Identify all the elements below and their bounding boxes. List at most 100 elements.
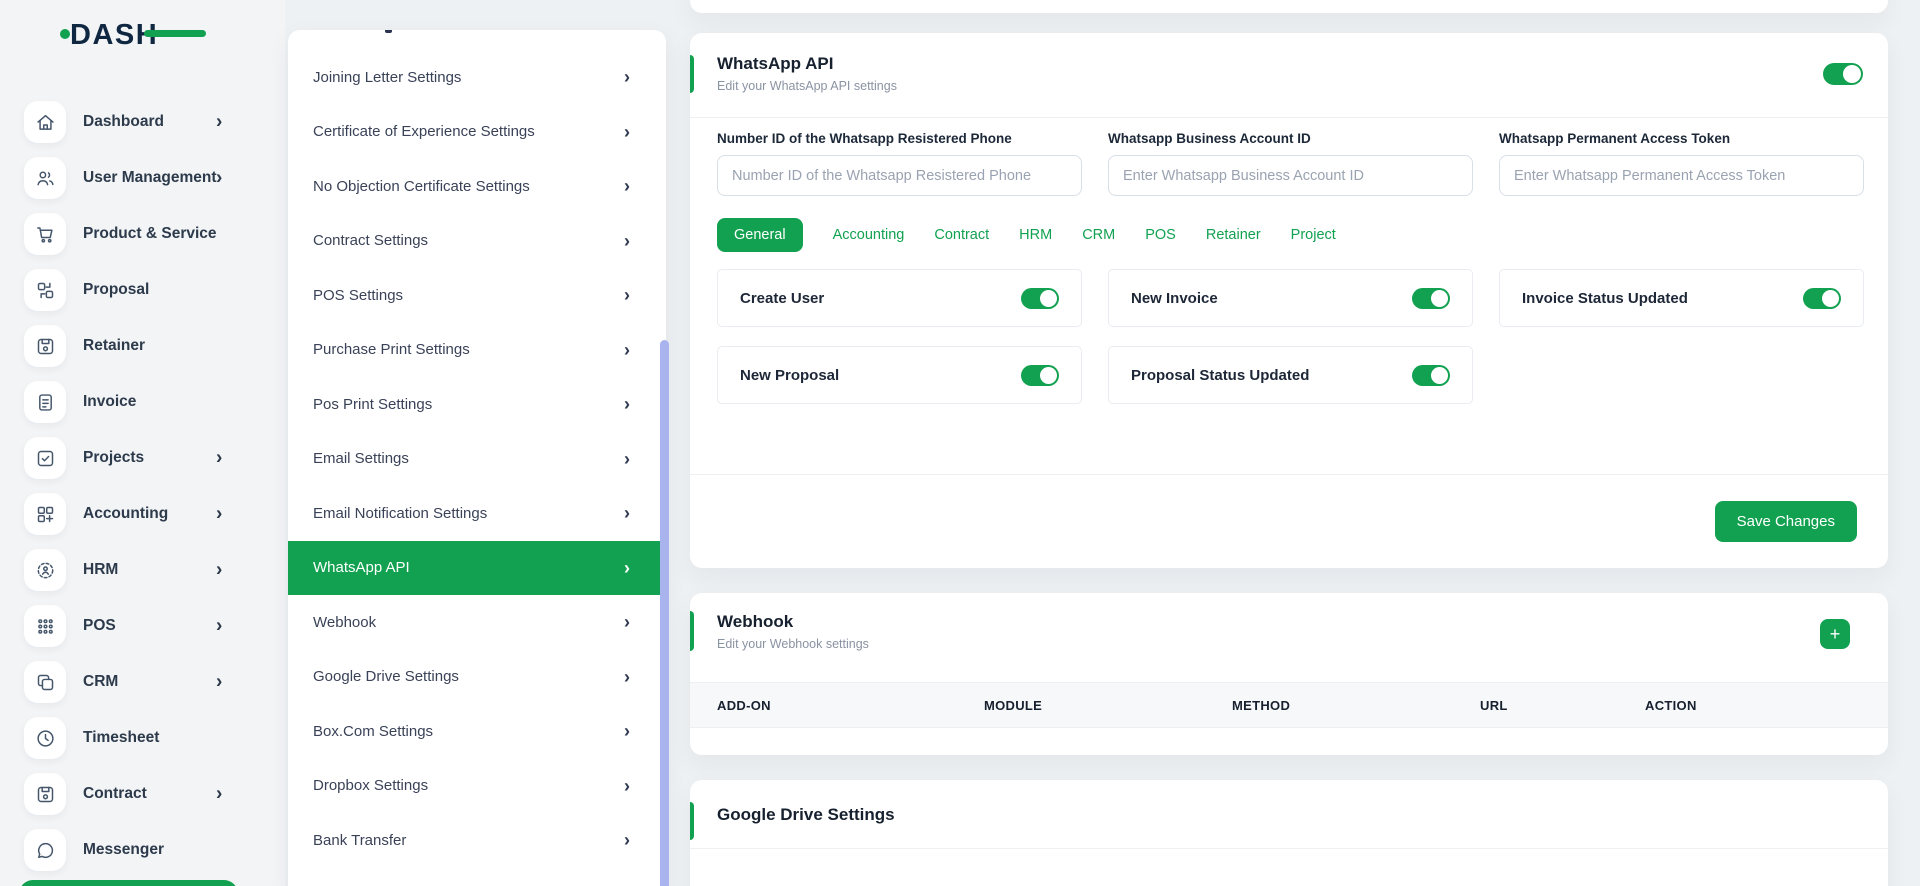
settings-nav-item[interactable]: POS Settings › [288,268,666,323]
tab[interactable]: Accounting [833,218,905,252]
settings-nav-item[interactable]: Google Drive Settings › [288,650,666,705]
tab[interactable]: Retainer [1206,218,1261,252]
settings-nav-item[interactable]: No Objection Certificate Settings › [288,159,666,214]
sidebar-item-label: Contract [83,785,147,803]
sidebar-item-icon [24,493,66,535]
table-column-header: ACTION [1645,698,1888,713]
tab[interactable]: Contract [934,218,989,252]
card-title: WhatsApp API [717,54,1861,74]
settings-nav-item-label: Webhook [313,614,624,631]
whatsapp-tabs: General Accounting Contract HRM CRM POS … [690,196,1888,252]
settings-nav-item[interactable]: Bank Transfer › [288,813,666,868]
settings-nav-panel: Joining Letter Settings › Certificate of… [288,30,666,886]
settings-nav-item[interactable]: Purchase Print Settings › [288,323,666,378]
settings-nav-item-label: Google Drive Settings [313,668,624,685]
settings-nav-item[interactable]: Email Notification Settings › [288,486,666,541]
webhook-table-header: ADD-ONMODULEMETHODURLACTION [690,682,1888,728]
settings-nav-item[interactable]: Dropbox Settings › [288,759,666,814]
toggle-switch[interactable] [1803,288,1841,309]
settings-scrollbar-thumb[interactable] [660,340,669,886]
sidebar-item-label: Messenger [83,841,164,859]
toggle-label: Invoice Status Updated [1522,290,1688,307]
chevron-right-icon: › [624,68,630,86]
sidebar-item-label: Retainer [83,337,145,355]
settings-nav-item-label: Email Settings [313,450,624,467]
tab[interactable]: CRM [1082,218,1115,252]
settings-nav-item-label: Joining Letter Settings [313,69,624,86]
table-column-header: METHOD [1232,698,1480,713]
tab[interactable]: General [717,218,803,252]
tab[interactable]: Project [1291,218,1336,252]
form-field: Whatsapp Business Account ID [1108,131,1473,196]
sidebar-item-label: Dashboard [83,113,164,131]
save-button[interactable]: Save Changes [1715,501,1857,542]
card-title: Google Drive Settings [717,805,1861,825]
text-input[interactable] [1108,155,1473,196]
sidebar-item-icon [24,829,66,871]
settings-nav-item-label: Box.Com Settings [313,723,624,740]
settings-nav-list: Joining Letter Settings › Certificate of… [288,30,666,868]
sidebar-item[interactable]: HRM › [0,542,285,598]
sidebar-item[interactable]: Projects › [0,430,285,486]
sidebar-item[interactable]: Proposal › [0,262,285,318]
sidebar-item[interactable]: User Management › [0,150,285,206]
settings-nav-item-label: Pos Print Settings [313,396,624,413]
notification-toggle-grid: Create User New Invoice Invoice Status U… [690,252,1888,404]
sidebar-item[interactable]: Messenger › [0,822,285,878]
settings-nav-item[interactable]: Certificate of Experience Settings › [288,105,666,160]
settings-nav-item[interactable]: Joining Letter Settings › [288,50,666,105]
sidebar-item[interactable]: Accounting › [0,486,285,542]
sidebar-item-label: HRM [83,561,118,579]
chevron-right-icon: › [624,286,630,304]
settings-nav-item[interactable]: Contract Settings › [288,214,666,269]
sidebar-item[interactable]: Invoice › [0,374,285,430]
webhook-card: Webhook Edit your Webhook settings + ADD… [690,593,1888,755]
toggle-switch[interactable] [1412,365,1450,386]
add-webhook-button[interactable]: + [1820,619,1850,649]
sidebar-menu: Dashboard › User Management › Product & … [0,94,285,878]
sidebar-item-label: CRM [83,673,118,691]
sidebar-item-icon [24,549,66,591]
card-title: Webhook [717,612,1861,632]
tab-label: General [734,227,786,243]
sidebar-item-label: Projects [83,449,144,467]
settings-nav-item-label: WhatsApp API [313,559,624,576]
tab-label: POS [1145,227,1176,243]
toggle-switch[interactable] [1021,288,1059,309]
chevron-right-icon: › [624,668,630,686]
sidebar-item-icon [24,157,66,199]
settings-nav-item[interactable]: WhatsApp API › [288,541,666,596]
settings-nav-item[interactable]: Email Settings › [288,432,666,487]
chevron-right-icon: › [624,395,630,413]
sidebar-item[interactable]: Product & Service › [0,206,285,262]
settings-nav-item[interactable]: Webhook › [288,595,666,650]
chevron-right-icon: › [624,613,630,631]
toggle-switch[interactable] [1021,365,1059,386]
toggle-switch[interactable] [1412,288,1450,309]
divider [690,117,1888,118]
sidebar-item[interactable]: Contract › [0,766,285,822]
tab[interactable]: POS [1145,218,1176,252]
tab-label: CRM [1082,227,1115,243]
settings-nav-item[interactable]: Pos Print Settings › [288,377,666,432]
sidebar-item[interactable]: Retainer › [0,318,285,374]
table-column-header: MODULE [984,698,1232,713]
whatsapp-enabled-toggle[interactable] [1823,63,1863,85]
tab-label: Project [1291,227,1336,243]
settings-nav-item[interactable]: Box.Com Settings › [288,704,666,759]
dash-logo: DASH [58,14,208,54]
chevron-right-icon: › [624,450,630,468]
sidebar-item[interactable]: Dashboard › [0,94,285,150]
chevron-right-icon: › [216,617,222,636]
sidebar-item[interactable]: POS › [0,598,285,654]
bottom-pill-button[interactable] [19,880,238,886]
form-field: Whatsapp Permanent Access Token [1499,131,1864,196]
sidebar-item-icon [24,381,66,423]
chevron-right-icon: › [216,449,222,468]
chevron-right-icon: › [624,504,630,522]
sidebar-item[interactable]: CRM › [0,654,285,710]
text-input[interactable] [1499,155,1864,196]
sidebar-item[interactable]: Timesheet › [0,710,285,766]
text-input[interactable] [717,155,1082,196]
tab[interactable]: HRM [1019,218,1052,252]
